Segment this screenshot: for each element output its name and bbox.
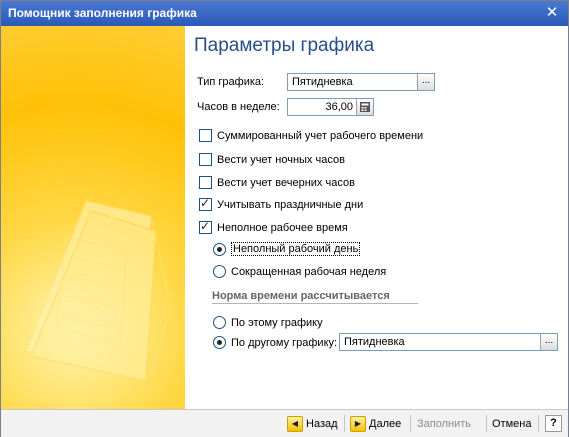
radio-unselected[interactable] xyxy=(213,265,226,278)
arrow-right-icon: ▶ xyxy=(350,415,366,432)
evening-hours-label: Вести учет вечерних часов xyxy=(217,176,355,189)
this-schedule-radio[interactable]: По этому графику xyxy=(213,316,323,329)
parttime-day-label: Неполный рабочий день xyxy=(231,242,361,256)
cancel-label: Отмена xyxy=(492,417,532,430)
hours-week-value: 36,00 xyxy=(325,101,353,113)
arrow-left-icon: ◀ xyxy=(287,415,303,432)
toolbar-separator xyxy=(344,415,345,432)
evening-hours-checkbox[interactable]: Вести учет вечерних часов xyxy=(199,176,355,189)
schedule-type-select-button[interactable]: ... xyxy=(417,74,434,90)
page-title: Параметры графика xyxy=(194,35,375,56)
cancel-button[interactable]: Отмена xyxy=(492,414,531,433)
section-divider xyxy=(212,303,418,304)
checkbox-unchecked[interactable] xyxy=(199,176,212,189)
hours-week-label: Часов в неделе: xyxy=(197,101,280,113)
help-icon: ? xyxy=(545,415,562,432)
other-schedule-select-button[interactable]: ... xyxy=(540,334,557,350)
close-icon[interactable]: ✕ xyxy=(543,4,561,22)
schedule-type-field[interactable]: Пятидневка ... xyxy=(287,73,435,91)
title-bar: Помощник заполнения графика ✕ xyxy=(1,1,568,26)
holidays-label: Учитывать праздничные дни xyxy=(217,198,364,211)
hours-week-field[interactable]: 36,00 xyxy=(287,98,374,116)
other-schedule-field[interactable]: Пятидневка ... xyxy=(339,333,558,351)
norm-section-title: Норма времени рассчитывается xyxy=(212,290,390,302)
toolbar-separator xyxy=(538,415,539,432)
fill-button[interactable]: Заполнить xyxy=(417,414,471,433)
other-schedule-radio[interactable]: По другому графику: xyxy=(213,336,337,349)
other-schedule-value: Пятидневка xyxy=(344,336,405,348)
toolbar-separator xyxy=(486,415,487,432)
radio-selected[interactable] xyxy=(213,242,226,256)
calendar-illustration-icon xyxy=(25,200,172,382)
night-hours-label: Вести учет ночных часов xyxy=(217,153,345,166)
checkbox-checked[interactable] xyxy=(199,219,212,234)
toolbar-separator xyxy=(410,415,411,432)
short-week-label: Сокращенная рабочая неделя xyxy=(231,265,387,278)
short-week-radio[interactable]: Сокращенная рабочая неделя xyxy=(213,265,386,278)
holidays-checkbox[interactable]: Учитывать праздничные дни xyxy=(199,196,364,211)
other-schedule-label: По другому графику: xyxy=(231,336,338,349)
summarized-time-label: Суммированный учет рабочего времени xyxy=(217,129,424,142)
wizard-window: Помощник заполнения графика ✕ Параметры … xyxy=(0,0,569,437)
parttime-day-radio[interactable]: Неполный рабочий день xyxy=(213,242,361,256)
next-button[interactable]: ▶ Далее xyxy=(350,414,401,433)
next-label: Далее xyxy=(369,417,402,430)
help-button[interactable]: ? xyxy=(545,414,562,433)
fill-label: Заполнить xyxy=(417,417,472,430)
window-title: Помощник заполнения графика xyxy=(8,6,197,20)
decorative-calendar-panel xyxy=(1,26,185,409)
summarized-time-checkbox[interactable]: Суммированный учет рабочего времени xyxy=(199,129,423,142)
parttime-checkbox[interactable]: Неполное рабочее время xyxy=(199,219,348,234)
calculator-icon[interactable] xyxy=(356,99,373,115)
radio-selected[interactable] xyxy=(213,336,226,349)
back-label: Назад xyxy=(306,417,338,430)
this-schedule-label: По этому графику xyxy=(231,316,323,329)
night-hours-checkbox[interactable]: Вести учет ночных часов xyxy=(199,153,345,166)
main-content: Параметры графика Тип графика: Пятидневк… xyxy=(185,26,568,409)
checkbox-unchecked[interactable] xyxy=(199,129,212,142)
wizard-footer: ◀ Назад ▶ Далее Заполнить Отмена ? xyxy=(1,409,568,437)
checkbox-checked[interactable] xyxy=(199,196,212,211)
schedule-type-value: Пятидневка xyxy=(292,76,353,88)
parttime-label: Неполное рабочее время xyxy=(217,221,348,234)
schedule-type-label: Тип графика: xyxy=(197,76,265,88)
checkbox-unchecked[interactable] xyxy=(199,153,212,166)
radio-unselected[interactable] xyxy=(213,316,226,329)
back-button[interactable]: ◀ Назад xyxy=(287,414,338,433)
